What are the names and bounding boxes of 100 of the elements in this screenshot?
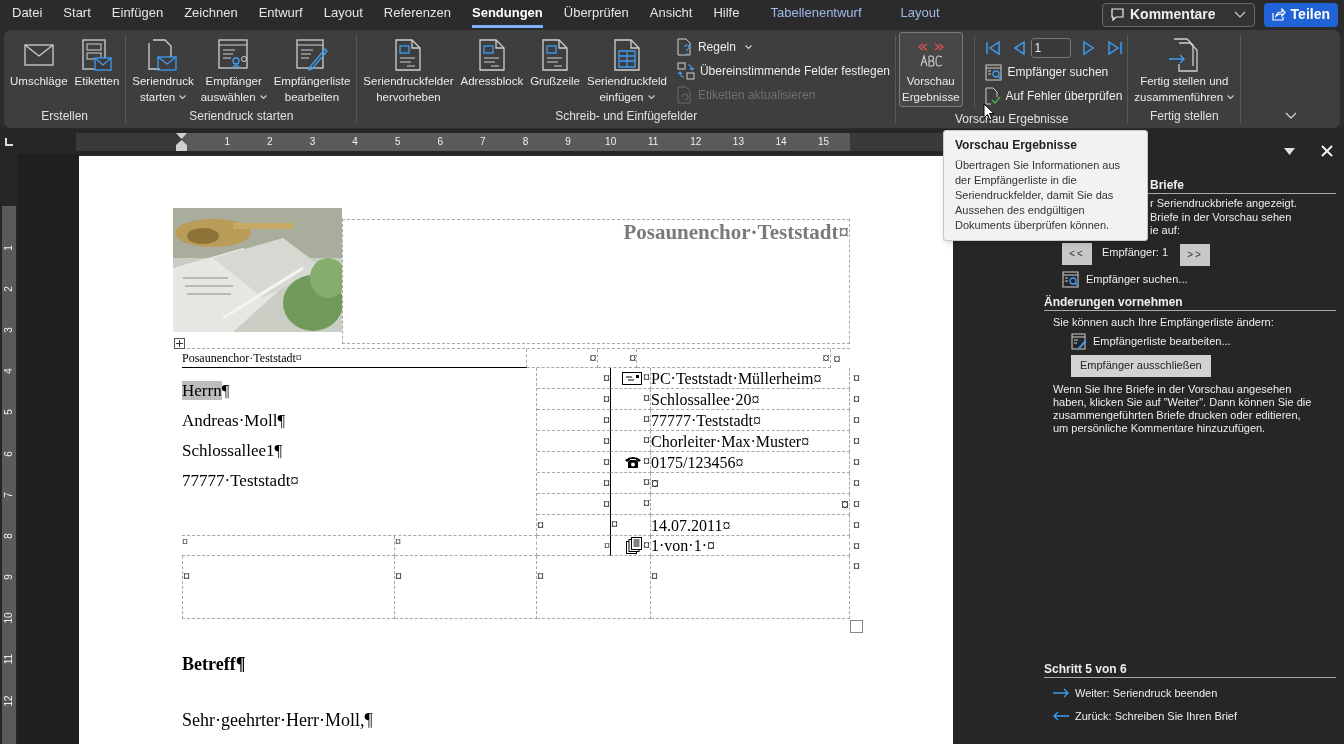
ribbon-small-button[interactable]: Übereinstimmende Felder festlegen [674,59,892,83]
table-cell: 0175/123456¤ [651,452,850,473]
ribbon-button[interactable]: Grußzeile [527,32,583,107]
dropdown-arrow-icon[interactable] [1284,147,1295,155]
info-text: Wenn Sie Ihre Briefe in der Vorschau angesehen haben, klicken Sie auf "Weiter". Dann können Sie die zusammengeführten Briefe drucken oder editieren, um persönliche Kommentare hinzuzufügen. [1053,382,1313,435]
end-of-row-mark: ¤ [852,433,861,451]
indent-marker-icon[interactable] [176,132,187,151]
list-pencil-icon [1071,333,1087,350]
ribbon-small-button[interactable]: Empfänger suchen [982,60,1125,84]
search-list-icon [984,63,1003,81]
table-cell: 14.07.2011¤ [651,515,850,536]
document-field-icon [395,39,422,71]
document-check-icon [984,87,1001,105]
letterhead-title: Posaunenchor·Teststadt¤ [623,220,849,244]
previous-step-link[interactable]: Zurück: Schreiben Sie Ihren Brief [1053,707,1336,725]
last-record-icon[interactable] [1106,40,1123,56]
ruler-number: 8 [521,134,530,149]
ribbon-button[interactable]: Seriendruckfeld einfügen [584,32,670,107]
arrow-right-icon [1053,688,1069,698]
table-cell: Chorleiter·Max·Muster¤ [651,431,850,452]
previous-record-button[interactable]: << [1062,242,1092,265]
menu-tab[interactable]: Referenzen [383,1,451,28]
menu-tab[interactable]: Hilfe [713,1,740,28]
ruler-number: 8 [4,533,14,539]
table-cell: 77777·Teststadt¤ [651,410,850,431]
end-of-row-mark: ¤ [852,454,861,472]
table-cell: ¤ [526,349,598,368]
list-person-icon [217,39,250,71]
chevron-down-icon [1233,10,1246,19]
ribbon-button[interactable]: Seriendruckfelder hervorheben [360,32,457,107]
section-heading: Briefe [1150,177,1184,193]
paragraph: Sehr·geehrter·Herr·Moll,¶ [182,709,374,731]
menu-tab[interactable]: Datei [12,1,43,28]
cell-mark: ¤ [643,497,650,511]
move-handle-icon[interactable] [174,338,185,349]
ruler-number: 2 [4,286,14,292]
ruler-number: 7 [479,134,487,149]
next-record-button[interactable]: >> [1180,243,1211,266]
menu-tab[interactable]: Layout [900,1,940,28]
menu-tab[interactable]: Layout [323,1,363,28]
ribbon-button[interactable]: Empfänger auswählen [197,32,270,107]
ruler-number: 2 [266,134,274,149]
changes-text: Sie können auch Ihre Empfängerliste ändern: [1053,314,1275,329]
end-of-row-mark: ¤ [852,475,861,493]
ruler-number: 1 [4,244,14,251]
record-field[interactable]: 1 [1030,38,1071,58]
resize-handle-icon[interactable] [850,620,863,633]
end-of-row-mark: ¤ [852,391,861,409]
first-record-icon[interactable] [984,40,1001,56]
table-cell: ¤ [537,368,610,389]
search-list-icon [1062,271,1080,288]
group-label: Schreib- und Einfügefelder [555,109,698,123]
menu-tab[interactable]: Sendungen [472,1,543,28]
menu-tab[interactable]: Überprüfen [563,1,629,28]
address-line: Herrn¶ [182,380,230,402]
table-cell: ¤ [537,452,610,473]
table-cell: ¤ [182,536,395,556]
menu-tab[interactable]: Zeichnen [184,1,238,28]
group-label: Vorschau Ergebnisse [954,112,1069,126]
table-cell: ¤ [537,473,610,494]
ruler-number: 4 [351,134,359,149]
ruler-number: 6 [4,450,14,457]
ribbon-button[interactable]: Empfängerliste bearbeiten [270,32,354,107]
comments-button[interactable]: Kommentare [1102,2,1255,27]
cell-mark: ¤ [643,392,650,406]
close-icon[interactable] [1321,145,1333,157]
ribbon-small-button[interactable]: Regeln [674,35,892,59]
chevron-down-icon[interactable] [1284,112,1297,120]
tab-stop-icon[interactable] [5,137,13,146]
ruler-number: 9 [564,134,572,149]
share-button[interactable]: Teilen [1263,2,1338,27]
next-icon[interactable] [1080,40,1097,56]
edit-list-link[interactable]: Empfängerliste bearbeiten... [1071,332,1336,351]
menu-tab[interactable]: Einfügen [111,1,164,28]
ribbon-button[interactable]: Fertig stellen und zusammenführen [1131,32,1238,107]
ribbon-button[interactable]: Etiketten [71,32,123,107]
menu-tab[interactable]: Start [63,1,91,28]
share-icon [1271,8,1286,21]
exclude-recipient-button[interactable]: Empfänger ausschließen [1071,354,1211,377]
ribbon-button[interactable]: Umschläge [7,32,71,107]
address-line: Schlossallee1¶ [182,440,283,462]
caret-icon [1227,94,1235,100]
menu-tab[interactable]: Ansicht [649,1,693,28]
ribbon-small-button[interactable]: Auf Fehler überprüfen [982,84,1125,108]
table-cell: ¤ [537,431,610,452]
cell-mark: ¤ [643,371,650,385]
ribbon-button[interactable]: Adressblock [457,32,527,107]
ruler-number: 4 [4,368,14,374]
menu-tab[interactable]: Tabellenentwurf [770,1,862,28]
ruler-number: 12 [689,134,703,149]
menu-tab[interactable]: Entwurf [258,1,303,28]
step-heading: Schritt 5 von 6 [1044,661,1127,677]
next-step-link[interactable]: Weiter: Seriendruck beenden [1053,684,1336,702]
find-recipient-link[interactable]: Empfänger suchen... [1062,270,1336,289]
ribbon-button[interactable]: Seriendruck starten [129,32,197,107]
ribbon-button[interactable]: Vorschau Ergebnisse [899,32,963,107]
ruler-number: 10 [604,134,618,149]
end-of-row-mark: ¤ [852,558,861,576]
address-card-icon [622,371,642,385]
ruler-number: 7 [4,491,14,498]
